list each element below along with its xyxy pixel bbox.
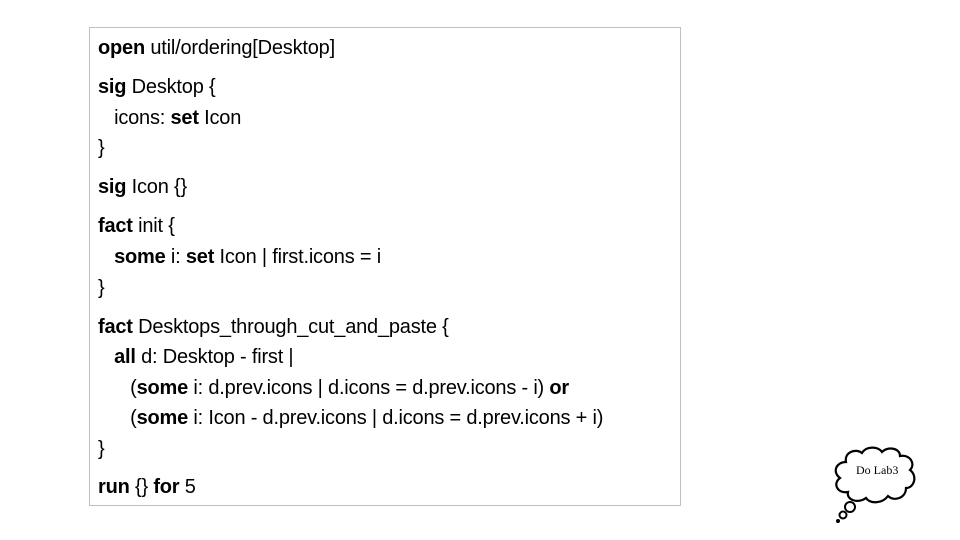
code-text: } [98, 438, 105, 460]
code-text: d: Desktop - first | [135, 346, 294, 368]
code-text: } [98, 277, 105, 299]
code-line: (some i: d.prev.icons | d.icons = d.prev… [98, 376, 569, 400]
code-text: Icon | first.icons = i [214, 246, 382, 268]
code-text: icons: [98, 107, 171, 129]
code-line: run {} for 5 [98, 475, 196, 499]
code-keyword: open [98, 37, 145, 59]
code-line: open util/ordering[Desktop] [98, 36, 335, 60]
code-keyword: or [549, 377, 569, 399]
code-text: } [98, 137, 105, 159]
code-text: init { [132, 215, 175, 237]
thought-bubble-text: Do Lab3 [856, 463, 899, 477]
code-text: {} [129, 476, 154, 498]
code-keyword: fact [98, 215, 133, 237]
thought-bubble: Do Lab3 [826, 444, 922, 528]
code-line: fact Desktops_through_cut_and_paste { [98, 315, 449, 339]
code-line: } [98, 136, 105, 160]
code-text: i: Icon - d.prev.icons | d.icons = d.pre… [188, 407, 604, 429]
code-text: Desktops_through_cut_and_paste { [132, 316, 449, 338]
code-text: Desktop { [126, 76, 216, 98]
code-line: } [98, 276, 105, 300]
code-keyword: some [136, 377, 189, 399]
code-line: icons: set Icon [98, 106, 241, 130]
code-line: sig Desktop { [98, 75, 216, 99]
code-line: fact init { [98, 214, 175, 238]
code-text: Icon [198, 107, 242, 129]
code-text: i: d.prev.icons | d.icons = d.prev.icons… [188, 377, 550, 399]
code-line: sig Icon {} [98, 175, 187, 199]
code-text: Icon {} [126, 176, 188, 198]
code-keyword: some [114, 246, 166, 268]
code-text: ( [98, 407, 137, 429]
code-line: all d: Desktop - first | [98, 345, 294, 369]
code-keyword: sig [98, 176, 127, 198]
code-keyword: fact [98, 316, 133, 338]
code-line: (some i: Icon - d.prev.icons | d.icons =… [98, 406, 603, 430]
thought-cloud-icon [834, 446, 916, 523]
code-keyword: for [153, 476, 180, 498]
code-text: ( [98, 377, 137, 399]
code-keyword: set [170, 107, 199, 129]
code-line: } [98, 437, 105, 461]
code-keyword: some [136, 407, 189, 429]
code-text: 5 [179, 476, 196, 498]
code-listing-box: open util/ordering[Desktop] sig Desktop … [89, 27, 681, 506]
code-keyword: all [114, 346, 136, 368]
code-keyword: run [98, 476, 130, 498]
code-keyword: set [185, 246, 215, 268]
code-text: i: [165, 246, 186, 268]
code-line: some i: set Icon | first.icons = i [98, 245, 381, 269]
code-text: util/ordering[Desktop] [144, 37, 335, 59]
code-keyword: sig [98, 76, 127, 98]
